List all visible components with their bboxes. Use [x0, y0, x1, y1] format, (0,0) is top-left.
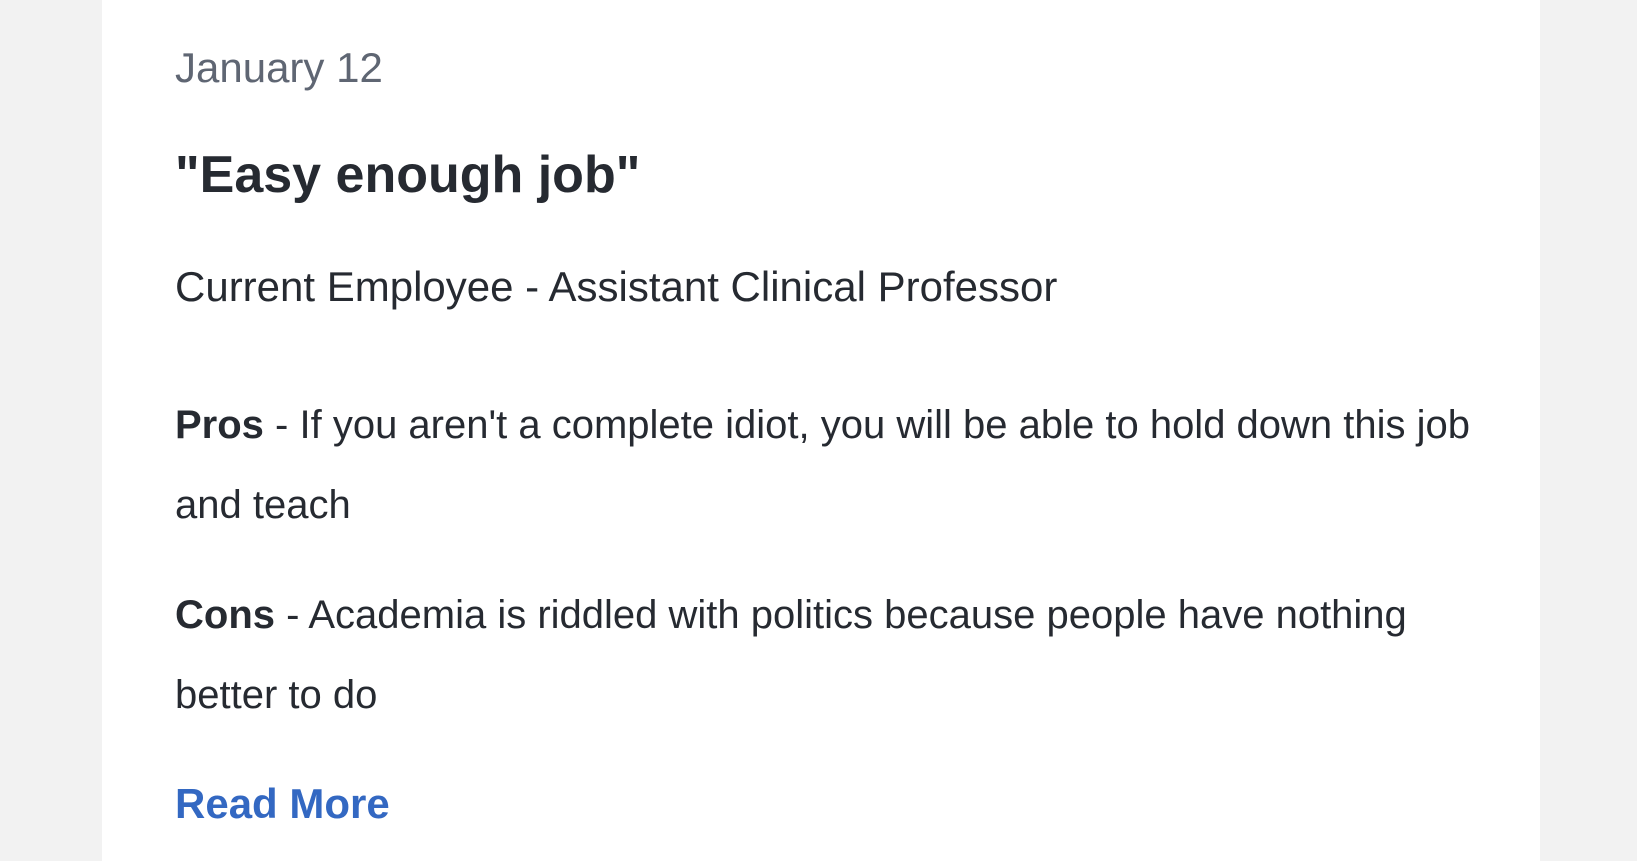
review-pros: Pros - If you aren't a complete idiot, y…	[175, 385, 1495, 545]
cons-text: Academia is riddled with politics becaus…	[175, 593, 1407, 717]
review-card: January 12 "Easy enough job" Current Emp…	[102, 0, 1540, 861]
review-title: "Easy enough job"	[175, 146, 641, 204]
review-date: January 12	[175, 44, 383, 91]
reviewer-role: Current Employee - Assistant Clinical Pr…	[175, 263, 1058, 310]
pros-text: If you aren't a complete idiot, you will…	[175, 403, 1471, 527]
pros-separator: -	[263, 403, 300, 447]
cons-label: Cons	[175, 593, 275, 637]
cons-separator: -	[275, 593, 309, 637]
pros-label: Pros	[175, 403, 264, 447]
review-cons: Cons - Academia is riddled with politics…	[175, 575, 1495, 735]
read-more-link[interactable]: Read More	[175, 778, 390, 830]
